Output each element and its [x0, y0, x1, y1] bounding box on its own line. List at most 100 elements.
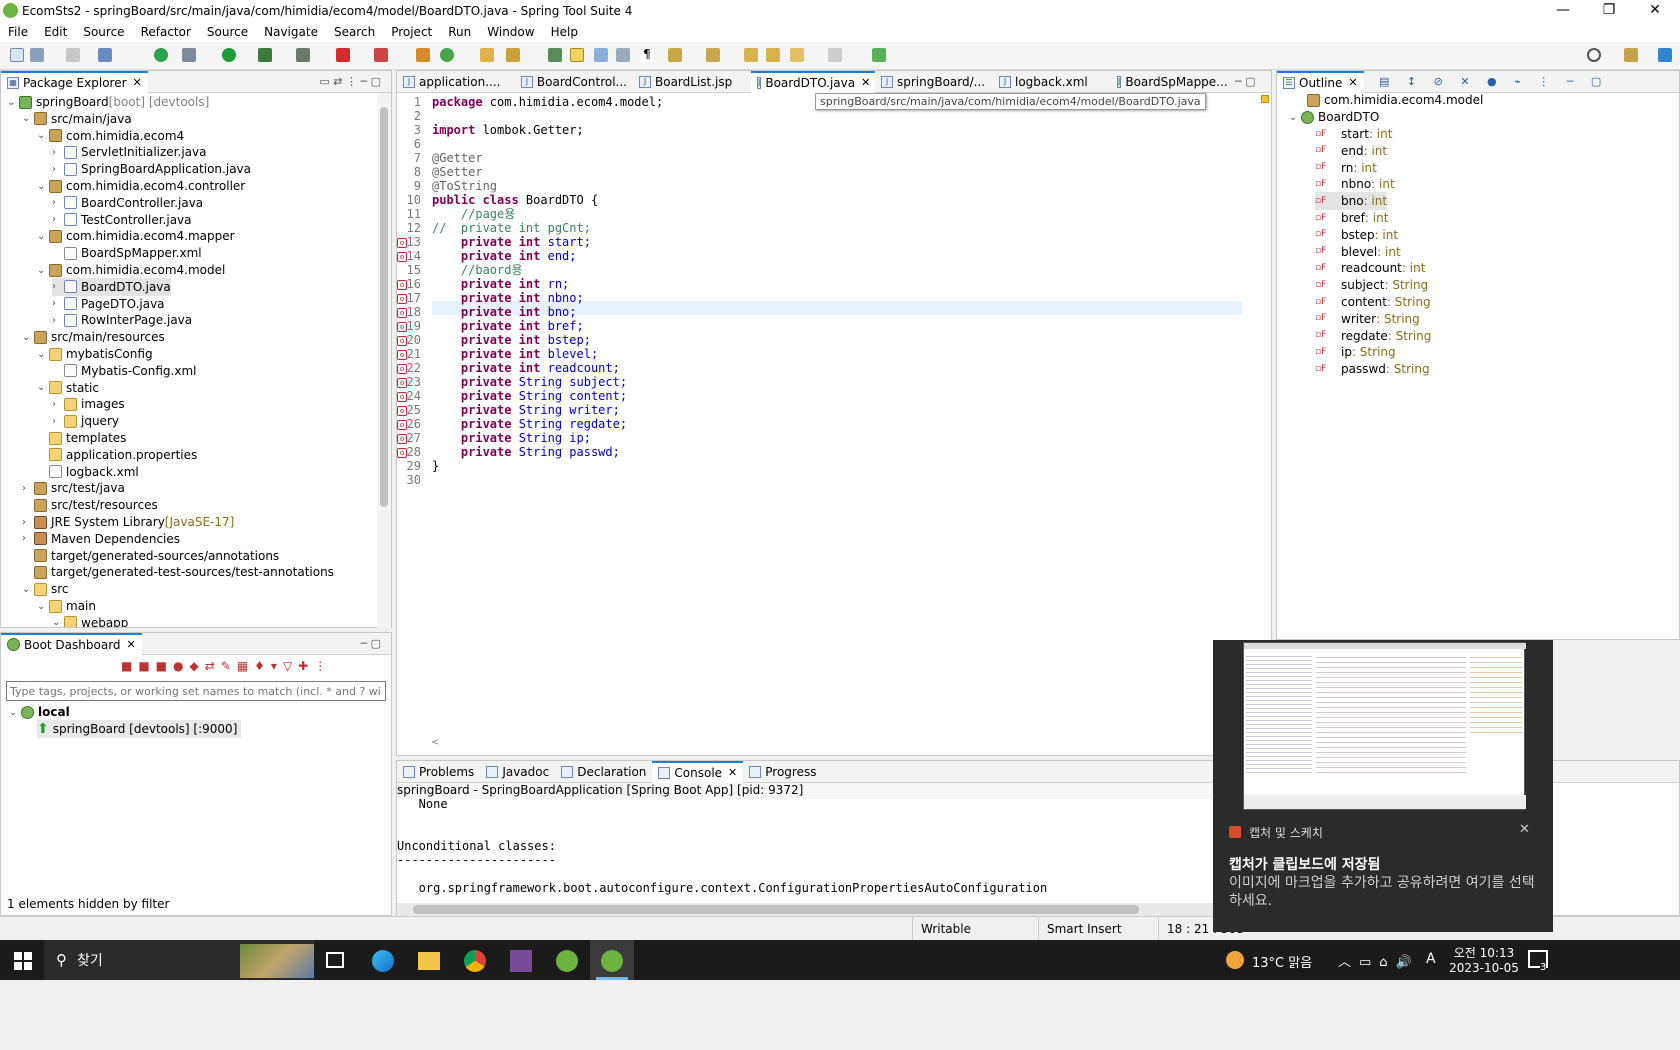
chevron-right-icon[interactable]: › [52, 416, 64, 427]
outline-field[interactable]: ▫F writer : String [1315, 310, 1420, 328]
overview-ruler[interactable] [1247, 93, 1269, 733]
outline-toolbar[interactable]: ▤ ↕ ⊘ ✕ ● ⌁ ⋮ ─ ▢ [1379, 75, 1608, 88]
chevron-right-icon[interactable]: › [22, 533, 34, 544]
tree-item[interactable]: ⌄ com.himidia.ecom4.mapper [37, 227, 235, 245]
tab-editor-file[interactable]: J BoardControl... [515, 71, 633, 93]
chevron-right-icon[interactable]: › [22, 517, 34, 528]
minimize-button[interactable]: — [1540, 0, 1586, 22]
previous-annotation-icon[interactable] [706, 48, 720, 62]
tree-item[interactable]: Mybatis-Config.xml [52, 362, 197, 380]
chevron-right-icon[interactable]: › [52, 197, 64, 208]
warning-marker-icon[interactable]: o [397, 279, 409, 290]
warning-marker-icon[interactable]: o [397, 251, 409, 262]
toggle-breadcrumb-icon[interactable] [548, 48, 562, 62]
chevron-right-icon[interactable]: › [52, 147, 64, 158]
save-all-icon[interactable] [66, 48, 80, 62]
tree-item[interactable]: src/test/resources [22, 496, 158, 514]
tree-item[interactable]: ⌄ springBoard [boot] [devtools] [7, 93, 209, 111]
chrome-icon[interactable] [464, 950, 486, 972]
tree-item[interactable]: › RowInterPage.java [52, 311, 192, 329]
warning-marker-icon[interactable]: o [397, 335, 409, 346]
tree-item[interactable]: › ServletInitializer.java [52, 143, 206, 161]
debug-icon[interactable] [182, 48, 196, 62]
chevron-right-icon[interactable]: › [52, 281, 64, 292]
boot-dashboard-icon[interactable] [154, 48, 168, 62]
chevron-down-icon[interactable]: ⌄ [22, 332, 34, 343]
warnings-indicator-icon[interactable] [1261, 95, 1269, 103]
chevron-down-icon[interactable]: ⌄ [1289, 112, 1301, 123]
task-view-icon[interactable] [326, 952, 344, 968]
tree-item[interactable]: › BoardDTO.java [52, 277, 171, 296]
open-perspective-icon[interactable] [1624, 48, 1638, 62]
new-java-project-icon[interactable] [416, 48, 430, 62]
tree-item[interactable]: › images [52, 395, 125, 413]
tree-item[interactable]: ⌄ main [37, 597, 96, 615]
stop-icon[interactable] [336, 48, 350, 62]
chevron-right-icon[interactable]: › [52, 315, 64, 326]
search-tool-icon[interactable] [506, 48, 520, 62]
package-explorer-scrollbar[interactable] [377, 93, 391, 628]
forward-history-icon[interactable] [766, 48, 780, 62]
tab-editor-file[interactable]: J BoardDTO.java ✕ [751, 70, 875, 93]
view-window-controls[interactable]: ─ ▢ [360, 637, 381, 650]
menu-item-navigate[interactable]: Navigate [256, 25, 326, 39]
taskbar-search-box[interactable]: ⚲ 찾기 [44, 940, 314, 980]
tree-item[interactable]: › JRE System Library [JavaSE-17] [22, 513, 234, 531]
warning-marker-icon[interactable]: o [397, 363, 409, 374]
tree-item[interactable]: application.properties [37, 446, 197, 464]
outline-field[interactable]: ▫F start : int [1315, 125, 1392, 143]
spring-tool-icon[interactable] [556, 950, 578, 972]
next-annotation-icon[interactable] [668, 48, 682, 62]
outline-field[interactable]: ▫F regdate : String [1315, 327, 1431, 345]
tree-item[interactable]: target/generated-test-sources/test-annot… [22, 563, 334, 581]
tree-node-local[interactable]: ⌄ local [9, 703, 70, 721]
outline-field[interactable]: ▫F subject : String [1315, 276, 1428, 294]
warning-marker-icon[interactable]: o [397, 293, 409, 304]
close-icon[interactable]: ✕ [861, 76, 870, 89]
clock-date[interactable]: 2023-10-05 [1446, 961, 1522, 975]
menu-item-source[interactable]: Source [75, 25, 132, 39]
warning-marker-icon[interactable]: o [397, 447, 409, 458]
tree-item[interactable]: ⌄ webapp [52, 614, 128, 627]
tab-outline[interactable]: ☰ Outline ✕ [1277, 70, 1364, 93]
chevron-down-icon[interactable]: ⌄ [37, 231, 49, 242]
menu-item-help[interactable]: Help [543, 25, 586, 39]
clock-time[interactable]: 오전 10:13 [1446, 944, 1522, 961]
last-edit-location-icon[interactable] [744, 48, 758, 62]
close-icon[interactable]: ✕ [1348, 76, 1357, 89]
toast-close-icon[interactable]: ✕ [1519, 822, 1530, 837]
tree-item[interactable]: › jquery [52, 412, 119, 430]
menu-item-source[interactable]: Source [199, 25, 256, 39]
chevron-down-icon[interactable]: ⌄ [37, 601, 49, 612]
warning-marker-icon[interactable]: o [397, 321, 409, 332]
chevron-down-icon[interactable]: ⌄ [52, 617, 64, 627]
close-icon[interactable]: ✕ [728, 766, 737, 779]
chevron-down-icon[interactable]: ⌄ [37, 265, 49, 276]
tree-item[interactable]: › PageDTO.java [52, 295, 165, 313]
ime-indicator[interactable]: A [1426, 951, 1436, 967]
edge-browser-icon[interactable] [372, 950, 394, 972]
search-icon[interactable] [1587, 48, 1601, 62]
tab-package-explorer[interactable]: ▦ Package Explorer ✕ [1, 70, 148, 93]
word-wrap-icon[interactable] [616, 48, 630, 62]
java-perspective-icon[interactable] [1658, 48, 1672, 62]
tab-editor-file[interactable]: J BoardList.jsp [633, 71, 751, 93]
tree-item[interactable]: › TestController.java [52, 211, 192, 229]
notification-toast[interactable]: 캡처 및 스케치 ✕ 캡처가 클립보드에 저장됨 이미지에 마크업을 추가하고 … [1213, 640, 1553, 932]
tree-item[interactable]: ⌄ mybatisConfig [37, 345, 153, 363]
menu-item-run[interactable]: Run [440, 25, 479, 39]
tab-progress[interactable]: Progress [743, 761, 822, 783]
chevron-right-icon[interactable]: › [52, 164, 64, 175]
outline-field[interactable]: ▫F ip : String [1315, 343, 1396, 361]
game-app-icon[interactable] [510, 950, 532, 972]
warning-marker-icon[interactable]: o [397, 433, 409, 444]
tree-item[interactable]: target/generated-sources/annotations [22, 547, 279, 565]
run-icon[interactable] [222, 48, 236, 62]
editor-hscroll[interactable]: < [431, 737, 1241, 751]
tab-javadoc[interactable]: Javadoc [480, 761, 555, 783]
coverage-icon[interactable] [258, 48, 272, 62]
weather-text[interactable]: 13°C 맑음 [1252, 952, 1312, 971]
tab-editor-file[interactable]: Japplication.... [397, 71, 515, 93]
menu-item-search[interactable]: Search [326, 25, 383, 39]
tree-item[interactable]: › Maven Dependencies [22, 530, 180, 548]
